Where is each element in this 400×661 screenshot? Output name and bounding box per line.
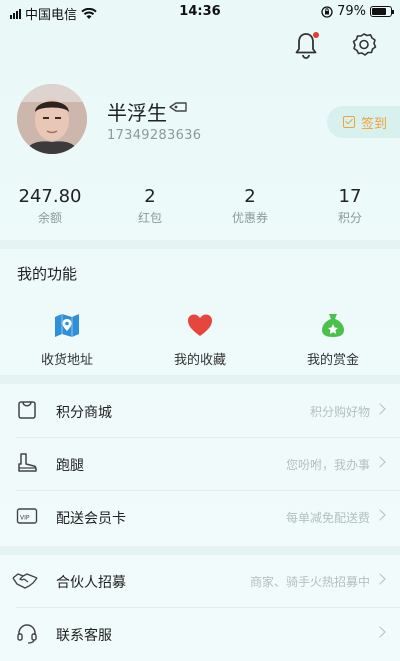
menu-label: 合伙人招募 xyxy=(56,575,126,591)
stat-label: 红包 xyxy=(137,211,162,225)
func-bounty[interactable]: 我的赏金 xyxy=(273,311,393,368)
functions-title: 我的功能 xyxy=(17,265,78,283)
header-actions xyxy=(292,30,378,60)
edit-hand-icon[interactable] xyxy=(168,100,188,114)
battery-icon xyxy=(370,6,394,17)
checkin-icon xyxy=(343,116,355,128)
stat-value: 2 xyxy=(144,186,156,207)
menu-delivery-card[interactable]: VIP 配送会员卡 每单减免配送费 xyxy=(0,491,400,543)
status-bar: 中国电信 14:36 79% xyxy=(0,0,400,24)
chevron-right-icon xyxy=(374,626,386,638)
battery-percent: 79% xyxy=(337,4,366,19)
boot-icon xyxy=(16,452,38,474)
heart-icon xyxy=(188,314,212,336)
signin-label: 签到 xyxy=(361,116,388,132)
chevron-right-icon xyxy=(374,403,386,415)
stat-label: 余额 xyxy=(37,211,62,225)
user-phone: 17349283636 xyxy=(107,128,202,143)
orientation-lock-icon xyxy=(321,5,333,18)
chevron-right-icon xyxy=(374,509,386,521)
func-label: 我的赏金 xyxy=(306,353,359,368)
headset-icon xyxy=(16,622,38,644)
settings-button[interactable] xyxy=(350,30,378,60)
vip-card-icon: VIP xyxy=(16,505,38,527)
func-label: 收货地址 xyxy=(40,353,93,368)
svg-text:VIP: VIP xyxy=(20,515,30,522)
gear-icon xyxy=(352,33,377,56)
chevron-right-icon xyxy=(374,573,386,585)
stat-coupons[interactable]: 2 优惠券 xyxy=(200,186,300,226)
stat-value: 247.80 xyxy=(18,186,82,207)
menu-hint: 您吩咐，我办事 xyxy=(285,458,370,472)
menu-partner[interactable]: 合伙人招募 商家、骑手火热招募中 xyxy=(0,555,400,607)
menu-points-mall[interactable]: 积分商城 积分购好物 xyxy=(0,385,400,437)
stat-red-packet[interactable]: 2 红包 xyxy=(100,186,200,226)
menu-hint: 积分购好物 xyxy=(309,405,370,419)
func-address[interactable]: 收货地址 xyxy=(7,311,127,368)
money-bag-icon xyxy=(322,314,344,337)
user-name: 半浮生 xyxy=(107,101,167,125)
stat-label: 优惠券 xyxy=(231,211,268,225)
menu-customer-service[interactable]: 联系客服 xyxy=(0,608,400,660)
stat-value: 2 xyxy=(244,186,256,207)
notification-dot xyxy=(313,32,319,38)
map-pin-icon xyxy=(55,314,79,337)
avatar[interactable] xyxy=(17,84,87,154)
status-right: 79% xyxy=(321,4,394,19)
handshake-icon xyxy=(12,569,38,591)
menu-hint: 商家、骑手火热招募中 xyxy=(249,575,370,589)
menu-errand[interactable]: 跑腿 您吩咐，我办事 xyxy=(0,438,400,490)
section-divider xyxy=(0,240,400,249)
func-label: 我的收藏 xyxy=(173,353,226,368)
stat-balance[interactable]: 247.80 余额 xyxy=(0,186,100,226)
section-divider xyxy=(0,546,400,555)
stat-label: 积分 xyxy=(337,211,362,225)
section-divider xyxy=(0,375,400,384)
menu-label: 跑腿 xyxy=(56,458,84,474)
avatar-photo xyxy=(17,84,87,154)
menu-label: 配送会员卡 xyxy=(56,511,126,527)
menu-hint: 每单减免配送费 xyxy=(285,511,370,525)
chevron-right-icon xyxy=(374,456,386,468)
signin-button[interactable]: 签到 xyxy=(327,106,400,138)
func-favorites[interactable]: 我的收藏 xyxy=(140,311,260,368)
notification-button[interactable] xyxy=(292,30,320,60)
shopping-bag-icon xyxy=(16,399,38,421)
menu-label: 联系客服 xyxy=(56,628,112,644)
stats-bar: 247.80 余额 2 红包 2 优惠券 17 积分 xyxy=(0,186,400,234)
stat-points[interactable]: 17 积分 xyxy=(300,186,400,226)
stat-value: 17 xyxy=(338,186,362,207)
menu-label: 积分商城 xyxy=(56,405,112,421)
